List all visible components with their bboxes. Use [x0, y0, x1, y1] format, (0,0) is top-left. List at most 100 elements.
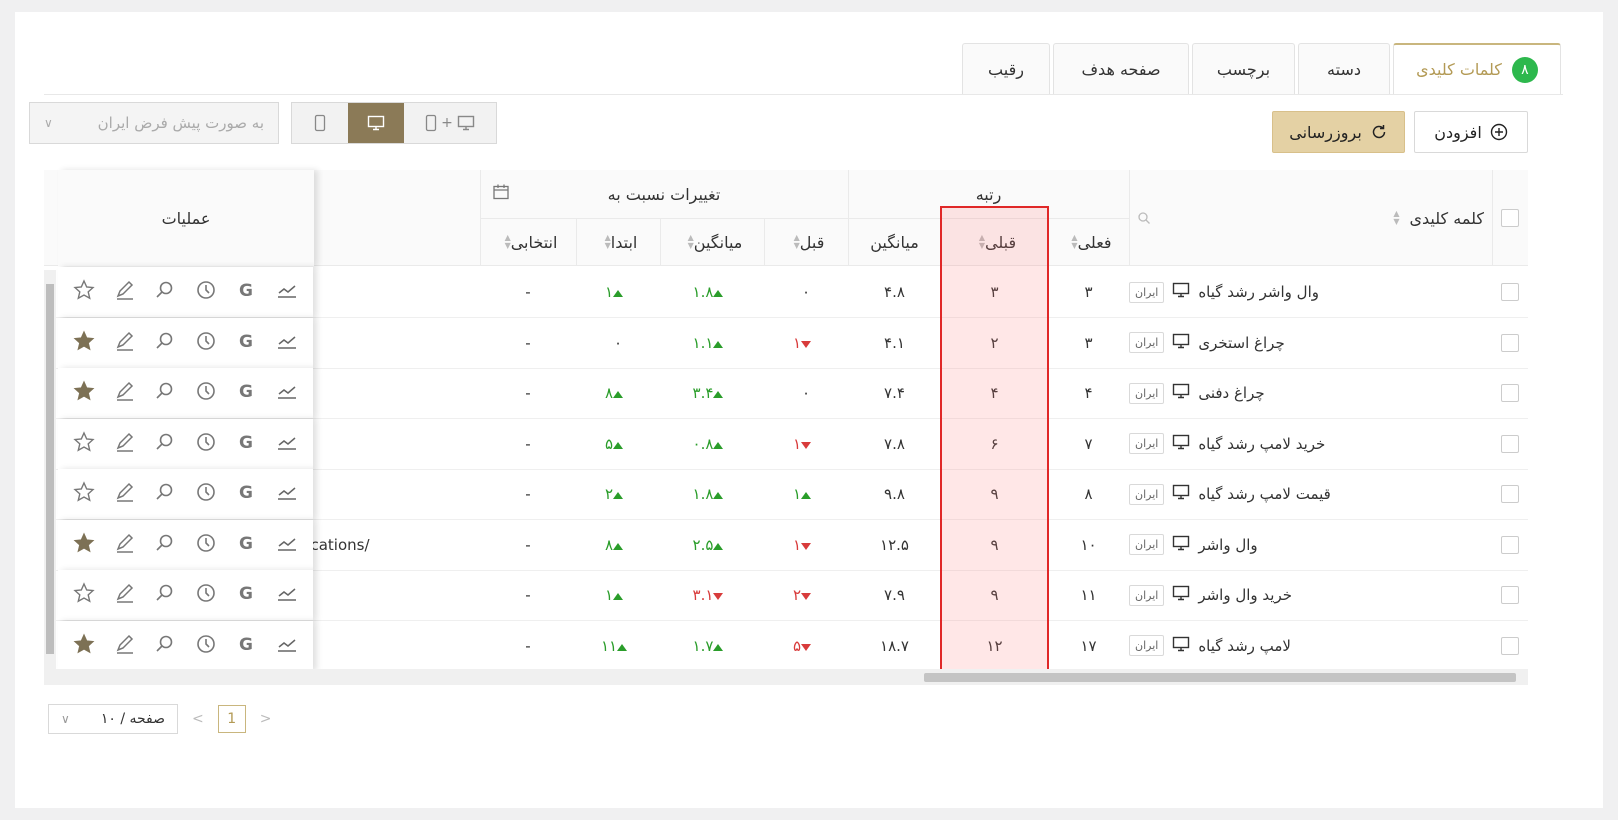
search-icon[interactable] — [154, 633, 176, 659]
star-filled-icon[interactable] — [73, 380, 95, 406]
sort-icon[interactable]: ▲ ▼ — [1393, 210, 1399, 226]
star-icon[interactable] — [73, 279, 95, 305]
desktop-device-option[interactable] — [348, 103, 404, 143]
star-icon[interactable] — [73, 481, 95, 507]
change-prev-header[interactable]: ▲ ▼ قبل — [764, 218, 848, 266]
google-icon[interactable]: G — [235, 633, 257, 659]
chart-icon[interactable] — [276, 481, 298, 507]
keyword-text[interactable]: چراغ دفنی — [1198, 384, 1264, 402]
url-fragment[interactable]: cations/ — [310, 520, 370, 570]
google-icon[interactable]: G — [235, 279, 257, 305]
chart-icon[interactable] — [276, 330, 298, 356]
tab-keywords[interactable]: کلمات کلیدی ۸ — [1393, 43, 1561, 94]
edit-icon[interactable] — [114, 380, 136, 406]
average-rank-header[interactable]: میانگین — [848, 218, 941, 266]
star-icon[interactable] — [73, 430, 95, 457]
edit-icon[interactable] — [114, 431, 136, 457]
mobile-device-option[interactable] — [292, 103, 348, 143]
page-size-select[interactable]: ∨ ۱۰ / صفحه — [48, 704, 178, 734]
search-icon[interactable] — [154, 532, 176, 558]
chart-icon[interactable] — [276, 279, 298, 305]
chart-icon[interactable] — [276, 532, 298, 558]
search-icon[interactable] — [154, 481, 176, 507]
google-icon[interactable]: G — [235, 532, 257, 558]
google-icon[interactable]: G — [235, 431, 257, 457]
change-custom-header[interactable]: ▲ ▼ انتخابی — [480, 218, 576, 266]
add-button[interactable]: افزودن — [1414, 111, 1528, 153]
change-avg: ۳.۴ — [693, 384, 732, 402]
both-devices-option[interactable]: + — [404, 103, 496, 143]
change-start-value: ۱ — [604, 586, 614, 604]
row-checkbox[interactable] — [1501, 333, 1519, 352]
prev-page-icon[interactable]: < — [192, 711, 204, 727]
edit-icon[interactable] — [114, 279, 136, 305]
edit-icon[interactable] — [114, 582, 136, 608]
chart-icon[interactable] — [276, 633, 298, 659]
history-icon[interactable] — [195, 481, 217, 507]
chart-icon[interactable] — [276, 431, 298, 457]
search-icon[interactable] — [154, 582, 176, 608]
row-checkbox[interactable] — [1501, 485, 1519, 503]
region-select[interactable]: به صورت پیش فرض ایران ∨ — [29, 102, 279, 144]
star-filled-icon[interactable] — [73, 532, 95, 558]
chart-icon[interactable] — [276, 380, 298, 406]
keyword-text[interactable]: خرید لامپ رشد گیاه — [1198, 435, 1325, 453]
row-checkbox[interactable] — [1501, 384, 1519, 402]
keyword-text[interactable]: قیمت لامپ رشد گیاه — [1198, 485, 1331, 503]
change-start-header[interactable]: ▲ ▼ ابتدا — [576, 218, 660, 266]
history-icon[interactable] — [195, 633, 217, 659]
star-filled-icon[interactable] — [73, 330, 95, 356]
change-avg-header[interactable]: ▲ ▼ میانگین — [660, 218, 764, 266]
history-icon[interactable] — [195, 532, 217, 558]
chart-icon[interactable] — [276, 582, 298, 608]
google-icon[interactable]: G — [235, 582, 257, 608]
vertical-scrollbar[interactable] — [44, 270, 56, 669]
tab-category[interactable]: دسته — [1298, 43, 1390, 94]
search-icon[interactable] — [154, 279, 176, 305]
google-icon[interactable]: G — [235, 380, 257, 406]
row-checkbox[interactable] — [1501, 434, 1519, 453]
page-number-current[interactable]: 1 — [217, 705, 246, 733]
region-tag: ایران — [1129, 534, 1165, 555]
current-rank-header[interactable]: ▲ ▼ فعلی — [1048, 218, 1129, 266]
star-icon[interactable] — [73, 582, 95, 608]
history-icon[interactable] — [195, 279, 217, 305]
keyword-text[interactable]: خرید وال واشر — [1198, 586, 1292, 604]
edit-icon[interactable] — [114, 330, 136, 356]
google-icon[interactable]: G — [235, 481, 257, 507]
star-filled-icon[interactable] — [73, 633, 95, 659]
select-all-checkbox[interactable] — [1501, 209, 1519, 227]
edit-icon[interactable] — [114, 633, 136, 659]
horizontal-scrollbar[interactable] — [44, 669, 1528, 685]
change-avg-cell: ۱.۷ — [660, 621, 764, 671]
history-icon[interactable] — [195, 431, 217, 457]
keyword-text[interactable]: وال واشر رشد گیاه — [1198, 283, 1319, 301]
history-icon[interactable] — [195, 330, 217, 356]
search-icon[interactable] — [1137, 211, 1151, 225]
svg-text:G: G — [239, 584, 253, 604]
edit-icon[interactable] — [114, 481, 136, 507]
refresh-button[interactable]: بروزرسانی — [1272, 111, 1405, 153]
keyword-text[interactable]: چراغ استخری — [1198, 334, 1284, 352]
page-size-label: ۱۰ / صفحه — [100, 711, 165, 727]
search-icon[interactable] — [154, 380, 176, 406]
row-checkbox[interactable] — [1501, 586, 1519, 604]
edit-icon[interactable] — [114, 532, 136, 558]
history-icon[interactable] — [195, 582, 217, 608]
row-checkbox[interactable] — [1501, 636, 1519, 655]
google-icon[interactable]: G — [235, 330, 257, 356]
search-icon[interactable] — [154, 431, 176, 457]
next-page-icon[interactable]: > — [260, 711, 272, 727]
tab-tag[interactable]: برچسب — [1192, 43, 1295, 94]
tab-target-page[interactable]: صفحه هدف — [1053, 43, 1189, 94]
row-checkbox[interactable] — [1501, 283, 1519, 301]
history-icon[interactable] — [195, 380, 217, 406]
arrow-up-icon — [713, 643, 724, 651]
row-checkbox[interactable] — [1501, 535, 1519, 554]
keyword-text[interactable]: لامپ رشد گیاه — [1198, 637, 1291, 655]
search-icon[interactable] — [154, 330, 176, 356]
tab-competitor[interactable]: رقیب — [962, 43, 1050, 94]
keyword-text[interactable]: وال واشر — [1198, 536, 1257, 554]
keyword-header[interactable]: ▲ ▼ کلمه کلیدی — [1129, 170, 1492, 266]
calendar-icon[interactable] — [492, 183, 510, 201]
